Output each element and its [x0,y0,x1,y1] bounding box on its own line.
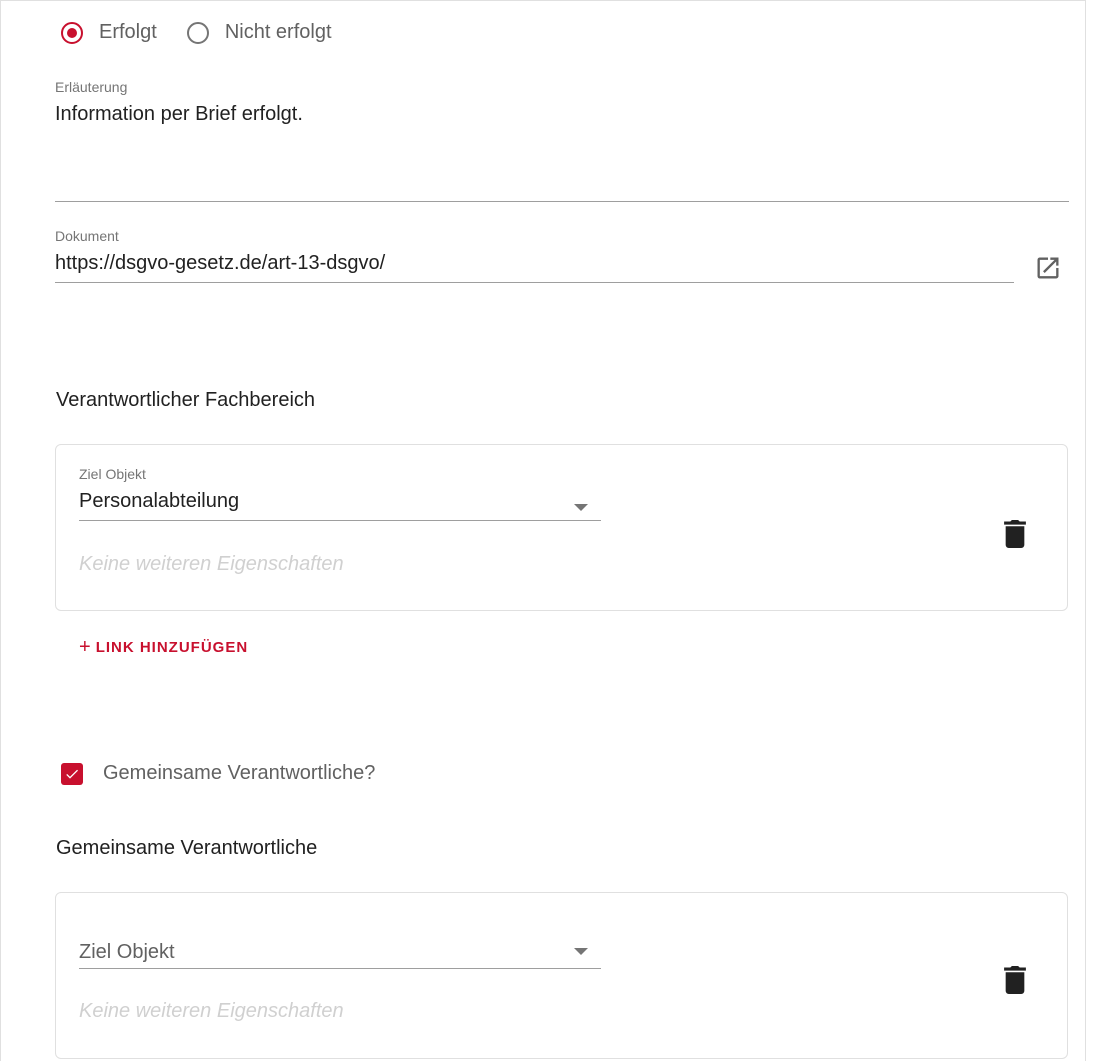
chevron-down-icon[interactable] [574,504,588,511]
joint-controllers-checkbox-label[interactable]: Gemeinsame Verantwortliche? [103,762,375,785]
target-object-underline [79,968,601,969]
add-link-button[interactable]: + LINK HINZUFÜGEN [79,636,248,659]
explanation-underline [55,201,1069,202]
radio-nicht-erfolgt-label[interactable]: Nicht erfolgt [225,21,332,44]
target-object-select[interactable]: Ziel Objekt [79,941,175,964]
responsible-department-title: Verantwortlicher Fachbereich [56,389,316,411]
no-properties-hint: Keine weiteren Eigenschaften [79,1000,344,1022]
explanation-label: Erläuterung [55,79,128,95]
check-icon [66,769,78,779]
no-properties-hint: Keine weiteren Eigenschaften [79,553,344,575]
target-object-underline [79,520,601,521]
status-radio-group: Erfolgt Nicht erfolgt [61,21,362,44]
explanation-field[interactable]: Information per Brief erfolgt. [55,103,303,126]
joint-controllers-title: Gemeinsame Verantwortliche [56,837,318,859]
trash-icon[interactable] [1003,966,1027,994]
open-in-new-icon[interactable] [1034,254,1062,282]
target-object-select[interactable]: Personalabteilung [79,490,239,513]
joint-controllers-card: Ziel Objekt Keine weiteren Eigenschaften [55,892,1068,1059]
document-field[interactable]: https://dsgvo-gesetz.de/art-13-dsgvo/ [55,252,385,275]
target-object-label: Ziel Objekt [79,466,146,482]
plus-icon: + [79,636,92,658]
radio-erfolgt-label[interactable]: Erfolgt [99,21,157,44]
radio-erfolgt[interactable] [61,21,83,44]
chevron-down-icon[interactable] [574,948,588,955]
radio-nicht-erfolgt[interactable] [186,21,209,44]
joint-controllers-checkbox[interactable] [61,763,83,785]
document-underline [55,282,1014,283]
trash-icon[interactable] [1003,520,1027,548]
responsible-department-card: Ziel Objekt Personalabteilung Keine weit… [55,444,1068,611]
add-link-label: LINK HINZUFÜGEN [95,639,249,656]
document-label: Dokument [55,228,119,244]
